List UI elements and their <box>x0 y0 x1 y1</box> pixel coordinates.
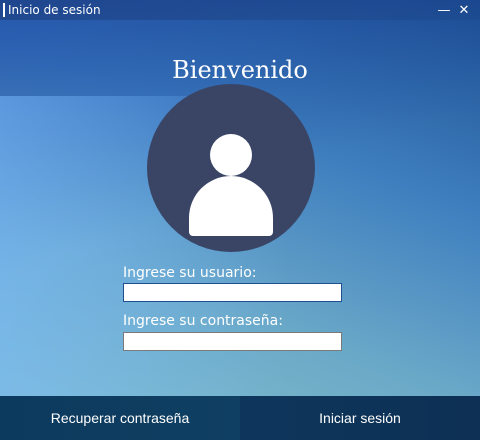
login-window: Inicio de sesión — ✕ Bienvenido Ingrese … <box>0 0 480 440</box>
action-bar: Recuperar contraseña Iniciar sesión <box>0 396 480 440</box>
title-bar[interactable]: Inicio de sesión — ✕ <box>0 0 480 20</box>
username-label: Ingrese su usuario: <box>123 265 257 281</box>
username-input[interactable] <box>123 283 342 302</box>
recover-password-button[interactable]: Recuperar contraseña <box>0 396 240 440</box>
password-label: Ingrese su contraseña: <box>123 313 283 329</box>
user-icon-head <box>210 134 252 176</box>
title-wrap: Inicio de sesión <box>0 0 101 20</box>
password-input[interactable] <box>123 332 342 351</box>
user-icon-body <box>189 176 273 236</box>
window-title: Inicio de sesión <box>8 3 101 17</box>
welcome-heading: Bienvenido <box>172 56 308 84</box>
login-button[interactable]: Iniciar sesión <box>240 396 480 440</box>
window-controls: — ✕ <box>434 2 474 18</box>
user-icon <box>147 84 315 252</box>
close-button[interactable]: ✕ <box>454 2 474 18</box>
minimize-button[interactable]: — <box>434 2 454 18</box>
title-accent <box>3 3 5 17</box>
